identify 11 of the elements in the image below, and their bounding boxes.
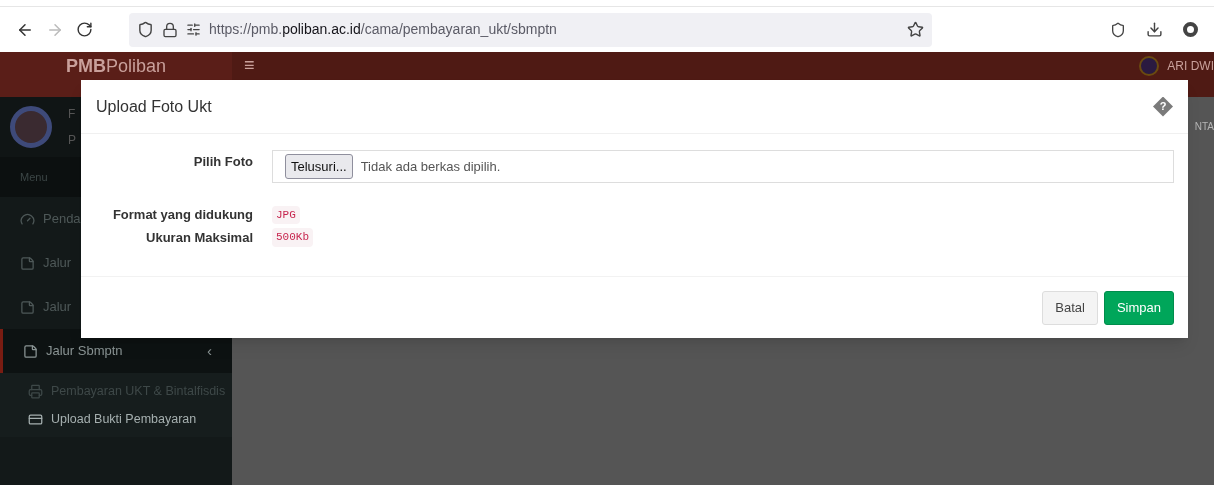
profile-text: F (68, 106, 76, 123)
profile-text: P (68, 132, 76, 149)
info-label: Format yang didukung (111, 206, 253, 224)
caret-icon: ‹ (207, 339, 212, 363)
info-label: Ukuran Maksimal (145, 228, 253, 247)
field-label: Pilih Foto (192, 153, 253, 171)
info-value: 500Kb (272, 228, 313, 247)
dialog-title: Upload Foto Ukt (96, 96, 212, 117)
url-text: https://pmb.poliban.ac.id/cama/pembayaran_ukt/sbmptn (209, 20, 557, 39)
info-value: JPG (272, 205, 300, 224)
file-status: Tidak ada berkas dipilih. (360, 157, 501, 176)
